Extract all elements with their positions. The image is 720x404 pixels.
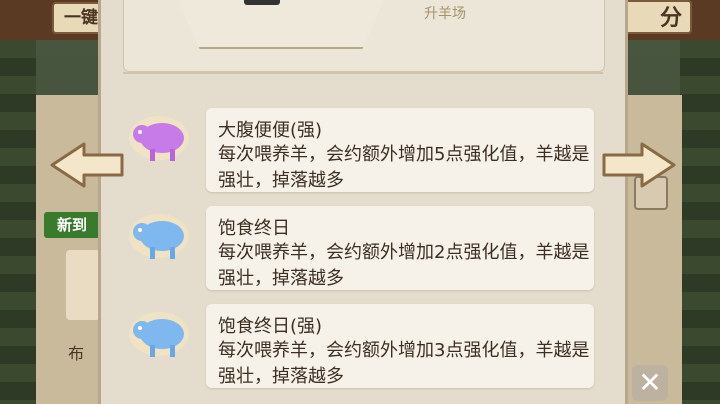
skill-description: 每次喂养羊，会约额外增加5点强化值，羊越是强壮，掉落越多 bbox=[218, 144, 590, 191]
header-card: 升羊场 bbox=[123, 0, 605, 72]
skill-name: 饱食终日(强) bbox=[218, 316, 323, 337]
sheep-icon bbox=[129, 312, 189, 357]
skill-item: 大腹便便(强) 每次喂养羊，会约额外增加5点强化值，羊越是强壮，掉落越多 bbox=[118, 106, 598, 199]
skill-name: 饱食终日 bbox=[218, 218, 290, 239]
skill-description: 每次喂养羊，会约额外增加3点强化值，羊越是强壮，掉落越多 bbox=[218, 340, 590, 387]
skill-description: 每次喂养羊，会约额外增加2点强化值，羊越是强壮，掉落越多 bbox=[218, 242, 590, 289]
close-icon: ✕ bbox=[638, 366, 662, 399]
new-arrival-badge: 新到 bbox=[44, 212, 100, 238]
left-bottom-label: 布 bbox=[68, 344, 85, 363]
sheep-icon bbox=[129, 116, 189, 161]
scene-right-column bbox=[680, 40, 720, 404]
header-frame bbox=[174, 0, 388, 49]
skill-item: 饱食终日 每次喂养羊，会约额外增加2点强化值，羊越是强壮，掉落越多 bbox=[118, 204, 598, 297]
panel-divider bbox=[123, 72, 603, 78]
next-arrow-icon[interactable] bbox=[598, 140, 678, 190]
sheep-icon bbox=[129, 214, 189, 259]
skill-name: 大腹便便(强) bbox=[218, 120, 323, 141]
skill-item: 饱食终日(强) 每次喂养羊，会约额外增加3点强化值，羊越是强壮，掉落越多 bbox=[118, 302, 598, 395]
previous-arrow-icon[interactable] bbox=[48, 140, 128, 190]
top-right-button[interactable]: 分 bbox=[620, 0, 692, 34]
scene-left-column bbox=[0, 40, 36, 404]
character-avatar[interactable] bbox=[66, 250, 100, 320]
panel-subtitle: 升羊场 bbox=[424, 6, 466, 22]
close-button[interactable]: ✕ bbox=[632, 365, 668, 401]
sheep-preview bbox=[244, 0, 280, 5]
